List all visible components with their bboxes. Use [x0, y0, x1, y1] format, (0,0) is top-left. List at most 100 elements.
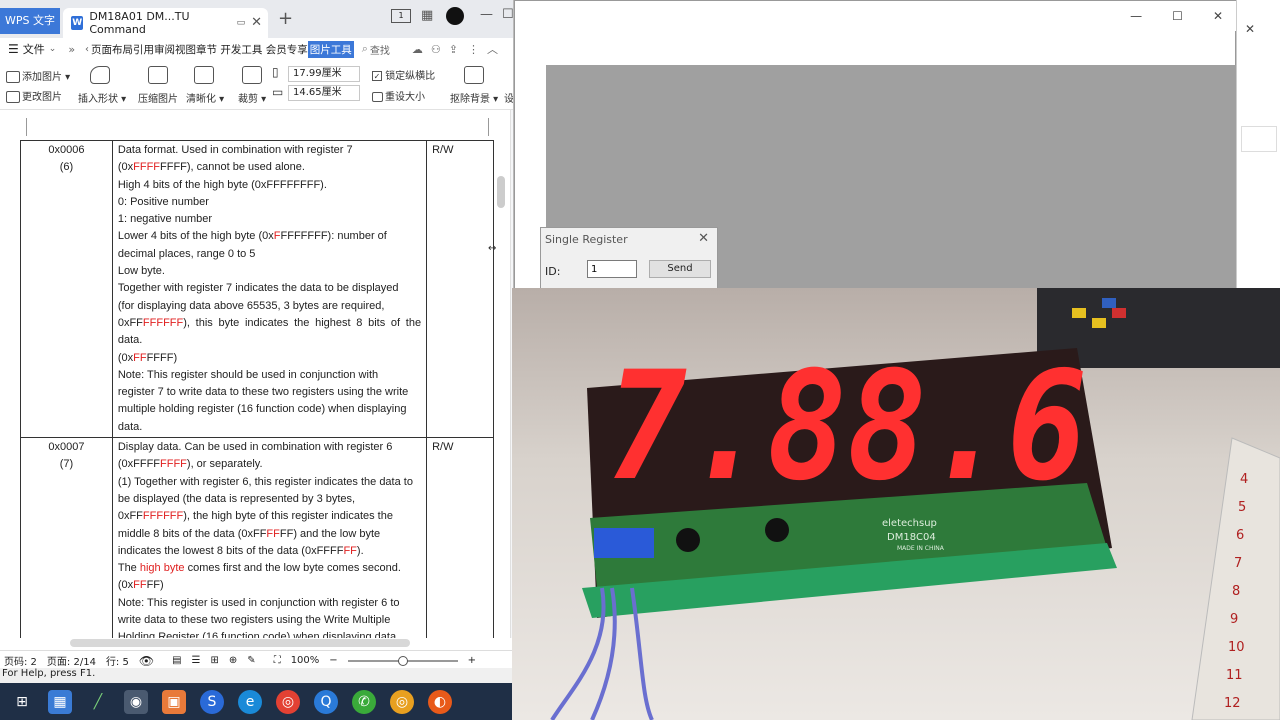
close-icon[interactable]: ✕ [698, 231, 709, 246]
text-segment: ), or separately. [186, 458, 263, 471]
description-line: Together with register 7 indicates the d… [118, 280, 421, 297]
highlighted-text: FFFFFF [142, 510, 184, 523]
cloud-icon[interactable]: ☁ [412, 43, 423, 56]
change-picture-button[interactable]: 更改图片 [6, 88, 62, 103]
eye-icon[interactable]: 👁 [139, 654, 154, 668]
id-input[interactable] [587, 260, 637, 278]
photos-icon[interactable]: ▣ [162, 689, 186, 714]
add-picture-button[interactable]: 添加图片 ▾ [6, 68, 70, 83]
send-button[interactable]: Send [649, 260, 711, 278]
text-segment: FFFF), cannot be used alone. [160, 161, 305, 174]
highlighted-text: FFFF [160, 458, 187, 471]
zoom-in-icon[interactable]: + [468, 655, 476, 666]
register-decimal: (6) [59, 161, 74, 173]
maximize-icon[interactable]: ☐ [502, 7, 513, 23]
pen-tool-icon[interactable]: ╱ [86, 690, 110, 714]
tab-count-icon[interactable]: 1 [391, 9, 411, 23]
vertical-scrollbar[interactable] [497, 176, 505, 208]
margin-marker [488, 118, 489, 136]
zoom-slider-knob[interactable] [397, 655, 408, 666]
lock-ratio-checkbox[interactable]: ✓ 锁定纵横比 [372, 67, 435, 82]
taskbar: ⊞ ▦ ╱ ◉ ▣ S e ◎ Q ✆ ◎ ◐ [0, 683, 512, 720]
chevron-down-icon[interactable]: ⌄ [49, 44, 57, 54]
description-line: (0xFFFFFFFF), or separately. [118, 456, 421, 473]
remove-background-button[interactable]: 抠除背景 ▾ [450, 90, 498, 105]
ruler-number: 5 [1238, 500, 1246, 515]
windows-start-icon[interactable]: ⊞ [10, 690, 34, 714]
text-segment: (0x [117, 579, 134, 592]
minimize-icon[interactable]: — [1130, 9, 1142, 23]
web-view-icon[interactable]: ⊕ [229, 655, 237, 666]
new-tab-icon[interactable]: + [278, 10, 293, 28]
horizontal-scrollbar[interactable] [70, 639, 410, 647]
close-icon[interactable]: ✕ [1213, 9, 1223, 23]
text-segment: 0: Positive number [117, 195, 209, 208]
fit-icon[interactable]: ⛶ [274, 655, 281, 666]
crop-button[interactable]: 裁剪 ▾ [238, 90, 266, 105]
page-view-icon[interactable]: ▤ [172, 655, 181, 666]
description-line: Data format. Used in combination with re… [118, 142, 421, 159]
clarity-button[interactable]: 清晰化 ▾ [186, 90, 224, 105]
chrome-icon[interactable]: ◎ [276, 689, 300, 714]
insert-shape-button[interactable]: 插入形状 ▾ [78, 90, 126, 105]
scroll-left-icon[interactable]: ‹ [85, 44, 89, 55]
user-share-icon[interactable]: ⚇ [431, 43, 441, 56]
compress-button[interactable]: 压缩图片 [138, 90, 178, 105]
ruler-number: 11 [1226, 668, 1243, 683]
text-segment: FF) and the low byte [279, 527, 381, 540]
document-area[interactable]: 0x0006 (6) Data format. Used in combinatio… [0, 110, 510, 638]
edit-icon[interactable]: ✎ [247, 655, 255, 666]
zoom-slider[interactable] [347, 655, 458, 666]
input-box[interactable] [1241, 126, 1277, 152]
avatar[interactable] [446, 7, 464, 25]
outline-view-icon[interactable]: ☰ [192, 655, 201, 666]
ruler-number: 6 [1236, 528, 1244, 543]
tab-wps-home[interactable]: WPS 文字 [0, 8, 60, 34]
firefox-icon[interactable]: ◐ [428, 689, 452, 714]
qq-browser-icon[interactable]: Q [314, 689, 338, 714]
edge-icon[interactable]: e [238, 689, 262, 714]
menu-file[interactable]: 文件 [23, 41, 45, 57]
expand-icon[interactable]: » [68, 43, 75, 56]
ruler-number: 9 [1230, 612, 1238, 627]
zoom-level[interactable]: 100% [291, 655, 320, 666]
maximize-icon[interactable]: ☐ [1172, 9, 1183, 23]
hamburger-icon[interactable]: ☰ [8, 42, 19, 56]
text-segment: (0x [117, 161, 134, 174]
text-segment: High 4 bits of the high byte (0xFFFFFFFF… [117, 178, 327, 191]
search-label[interactable]: 查找 [370, 42, 390, 57]
menu-items[interactable]: 页面布局引用审阅视图章节 开发工具 会员专享 [91, 42, 308, 57]
window-titlebar: — ☐ ✕ [515, 1, 1237, 31]
grid-icon[interactable]: ▦ [421, 8, 433, 24]
resize-handle-icon[interactable]: ↔ [488, 243, 496, 254]
share-icon[interactable]: ⇪ [449, 43, 458, 56]
calculator-icon[interactable]: ▦ [48, 689, 72, 714]
read-view-icon[interactable]: ⊞ [211, 655, 219, 666]
camera-icon[interactable]: ◉ [124, 689, 148, 714]
search-icon[interactable]: ⌕ [362, 42, 368, 56]
float-icon[interactable]: ▭ [237, 15, 246, 31]
description-line: register 7 to write data to these two re… [118, 384, 421, 401]
ruler-number: 4 [1240, 472, 1248, 487]
collapse-ribbon-icon[interactable]: ︿ [487, 41, 498, 57]
height-field[interactable]: 14.65厘米 [288, 85, 360, 101]
more-icon[interactable]: ⋮ [468, 43, 479, 56]
highlighted-text: FFFF [133, 161, 161, 174]
set-transparency-button[interactable]: 设置透 [504, 90, 513, 105]
close-tab-icon[interactable]: ✕ [251, 15, 262, 31]
minimize-icon[interactable]: — [480, 7, 493, 23]
width-field[interactable]: 17.99厘米 [288, 66, 360, 82]
tab-document[interactable]: W DM18A01 DM...TU Command ▭ ✕ [63, 8, 268, 38]
sogou-icon[interactable]: S [200, 689, 224, 714]
description-line: High 4 bits of the high byte (0xFFFFFFFF… [118, 177, 421, 194]
description-line: Holding Register (16 function code) when… [118, 629, 421, 638]
text-segment: middle 8 bits of the data (0xFF [117, 527, 267, 540]
width-icon: ▯ [272, 65, 279, 79]
close-icon[interactable]: ✕ [1245, 22, 1255, 36]
wechat-icon[interactable]: ✆ [352, 689, 376, 714]
menu-picture-tools[interactable]: 图片工具 [307, 40, 354, 58]
zoom-out-icon[interactable]: − [329, 655, 337, 666]
description-line: multiple holding register (16 function c… [118, 401, 421, 418]
chrome-canary-icon[interactable]: ◎ [390, 689, 414, 714]
reset-size-button[interactable]: 重设大小 [372, 88, 425, 103]
